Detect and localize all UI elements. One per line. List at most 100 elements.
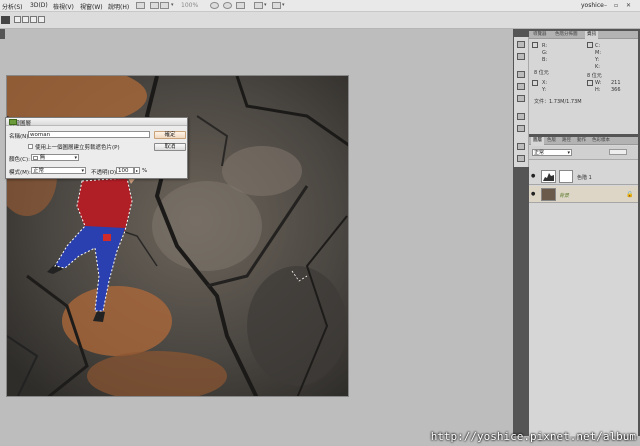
- cancel-button[interactable]: 取消: [154, 143, 186, 151]
- zoom-value[interactable]: 100%: [181, 2, 198, 9]
- tab-channels[interactable]: 色版: [545, 137, 558, 145]
- character-icon[interactable]: [517, 71, 525, 78]
- h-value: 366: [611, 87, 621, 93]
- g-label: G:: [542, 50, 548, 56]
- layer-row-background[interactable]: ● 背景 🔒: [529, 186, 638, 203]
- opacity-input[interactable]: 100: [116, 167, 134, 174]
- rotate-view-icon[interactable]: [236, 2, 245, 9]
- lock-icon: 🔒: [626, 191, 634, 198]
- bridge-icon[interactable]: [136, 2, 145, 9]
- ok-button[interactable]: 確定: [154, 131, 186, 139]
- tools-panel-edge[interactable]: [0, 29, 5, 39]
- intersect-selection-icon[interactable]: [38, 16, 45, 23]
- y-coord-label: Y:: [542, 87, 547, 93]
- r-label: R:: [542, 43, 548, 49]
- add-to-selection-icon[interactable]: [22, 16, 29, 23]
- arrange-documents-icon[interactable]: [254, 2, 263, 9]
- b-label: B:: [542, 57, 548, 63]
- chevron-down-icon: ▾: [567, 150, 570, 156]
- x-label: X:: [542, 80, 548, 86]
- options-bar: [0, 12, 640, 29]
- eyedropper-icon: [587, 42, 593, 48]
- menu-bar: 分析(S) 3D(D) 檢視(V) 視窗(W) 說明(H) ▾ 100% ▾ ▾…: [0, 0, 640, 12]
- subtract-selection-icon[interactable]: [30, 16, 37, 23]
- close-icon[interactable]: ✕: [626, 2, 631, 9]
- restore-icon[interactable]: ▫: [614, 2, 618, 9]
- minibridge-icon[interactable]: [150, 2, 159, 9]
- tab-swatches[interactable]: 色彩樣本: [590, 137, 612, 145]
- layer-blend-mode-value: 正常: [534, 150, 545, 156]
- clip-mask-label: 使用上一個圖層建立剪裁遮色片(P): [35, 145, 120, 151]
- w-value: 211: [611, 80, 621, 86]
- brush-preset-icon[interactable]: [517, 83, 525, 90]
- marquee-tool-icon[interactable]: [1, 16, 10, 24]
- layer-options-row: 正常 ▾: [529, 146, 638, 160]
- k-label: K:: [595, 64, 600, 70]
- bit-depth-right: 8 位元: [587, 73, 602, 79]
- bit-depth-left: 8 位元: [534, 70, 549, 76]
- layer-blend-mode-select[interactable]: 正常 ▾: [532, 149, 572, 156]
- w-label: W:: [595, 80, 602, 86]
- chevron-down-icon: ▾: [81, 168, 84, 174]
- new-selection-icon[interactable]: [14, 16, 21, 23]
- y-label: Y:: [595, 57, 600, 63]
- swatches-icon[interactable]: [517, 143, 525, 150]
- info-panel-tabs: 導覽器 色階分佈圖 資訊: [529, 31, 638, 39]
- tab-layers[interactable]: 圖層: [531, 137, 544, 145]
- crosshair-icon: [532, 80, 538, 86]
- workspace-icon[interactable]: [272, 2, 281, 9]
- layer-name-input[interactable]: [28, 131, 150, 138]
- menu-window[interactable]: 視窗(W): [80, 2, 103, 11]
- color-select[interactable]: 無 ▾: [31, 154, 79, 161]
- tab-navigator[interactable]: 導覽器: [531, 31, 549, 39]
- type-icon[interactable]: [517, 113, 525, 120]
- styles-icon[interactable]: [517, 155, 525, 162]
- h-label: H:: [595, 87, 601, 93]
- tab-actions[interactable]: 動作: [575, 137, 588, 145]
- chevron-down-icon[interactable]: ▾: [282, 2, 285, 8]
- clone-source-icon[interactable]: [517, 95, 525, 102]
- eyedropper-icon: [532, 42, 538, 48]
- paragraph-icon[interactable]: [517, 125, 525, 132]
- color-swatch: [33, 155, 38, 160]
- menu-help[interactable]: 說明(H): [108, 2, 129, 11]
- color-label: 顏色(C):: [9, 157, 30, 163]
- layer-name: 色階 1: [577, 175, 592, 181]
- minimize-icon[interactable]: –: [604, 2, 607, 9]
- m-label: M:: [595, 50, 601, 56]
- info-icon[interactable]: [517, 53, 525, 60]
- chevron-down-icon[interactable]: ▾: [264, 2, 267, 8]
- info-panel: 導覽器 色階分佈圖 資訊 R: G: B: C: M: Y: K: 8 位元 8…: [529, 31, 638, 134]
- menu-3d[interactable]: 3D(D): [30, 2, 48, 9]
- dialog-title-bar[interactable]: 新增圖層: [6, 118, 187, 127]
- chevron-down-icon: ▾: [74, 155, 77, 161]
- eye-icon[interactable]: ●: [531, 191, 537, 197]
- screen-mode-icon[interactable]: [160, 2, 169, 9]
- chevron-right-icon[interactable]: ▸: [134, 167, 140, 174]
- layer-row-levels[interactable]: ● 色階 1: [529, 168, 638, 185]
- menu-analysis[interactable]: 分析(S): [2, 2, 23, 11]
- opacity-unit: %: [142, 168, 148, 174]
- zoom-tool-icon[interactable]: [223, 2, 232, 9]
- blend-mode-select[interactable]: 正常 ▾: [31, 167, 86, 174]
- layer-mask-thumbnail[interactable]: [559, 170, 573, 183]
- tab-paths[interactable]: 路徑: [560, 137, 573, 145]
- levels-adjustment-icon: [541, 170, 556, 183]
- tab-info[interactable]: 資訊: [585, 31, 598, 39]
- opacity-label: 不透明(O):: [91, 170, 118, 176]
- collapsed-panel-icons: [514, 37, 529, 167]
- eye-icon[interactable]: ●: [531, 173, 537, 179]
- chevron-down-icon[interactable]: ▾: [171, 2, 174, 8]
- mode-label: 模式(M):: [9, 170, 31, 176]
- close-icon[interactable]: [9, 119, 17, 125]
- clip-mask-checkbox[interactable]: [28, 144, 33, 149]
- layers-panel-tabs: 圖層 色版 路徑 動作 色彩樣本: [529, 137, 638, 145]
- tab-histogram[interactable]: 色階分佈圖: [553, 31, 580, 39]
- watermark-url: http://yoshice.pixnet.net/album: [430, 430, 636, 443]
- hand-tool-icon[interactable]: [210, 2, 219, 9]
- new-layer-dialog: 新增圖層 名稱(N): 確定 使用上一個圖層建立剪裁遮色片(P) 取消 顏色(C…: [5, 117, 188, 179]
- menu-view[interactable]: 檢視(V): [53, 2, 74, 11]
- opacity-field[interactable]: [609, 149, 627, 155]
- blend-mode-value: 正常: [33, 168, 45, 174]
- histogram-icon[interactable]: [517, 41, 525, 48]
